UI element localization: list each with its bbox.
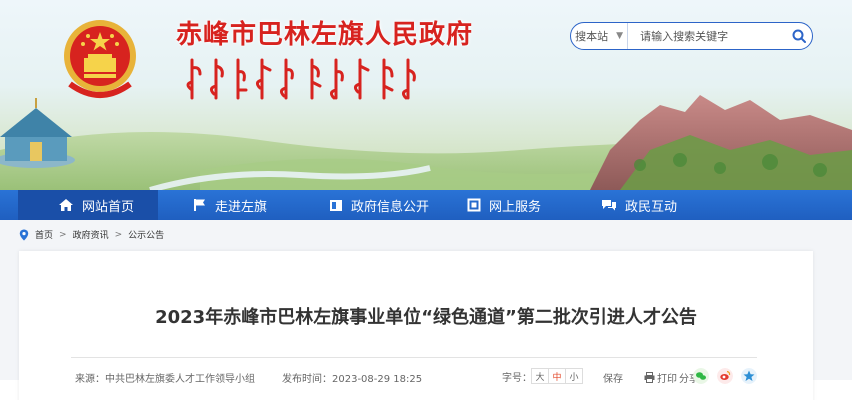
header-banner: 赤峰市巴林左旗人民政府 搜本站 ▼ <box>0 0 852 190</box>
nav-item-online-service[interactable]: 网上服务 <box>467 190 541 220</box>
home-icon <box>59 199 73 211</box>
national-emblem-icon <box>64 20 136 98</box>
font-size-medium-button[interactable]: 中 <box>548 368 566 384</box>
breadcrumb: 首页 > 政府资讯 > 公示公告 <box>19 228 164 241</box>
breadcrumb-gov-news[interactable]: 政府资讯 <box>73 228 109 241</box>
nav-label: 网上服务 <box>489 199 542 215</box>
site-search: 搜本站 ▼ <box>570 22 813 50</box>
search-scope-select[interactable]: 搜本站 ▼ <box>571 23 629 49</box>
print-label[interactable]: 打印 <box>657 370 677 385</box>
site-title: 赤峰市巴林左旗人民政府 <box>176 20 474 50</box>
nav-item-about[interactable]: 走进左旗 <box>193 190 267 220</box>
qzone-share-icon[interactable] <box>741 368 757 384</box>
search-scope-label: 搜本站 <box>575 30 609 43</box>
search-input[interactable] <box>628 23 786 49</box>
font-size-label: 字号： <box>502 372 532 384</box>
weibo-share-icon[interactable] <box>717 368 733 384</box>
nav-label: 网站首页 <box>82 199 135 215</box>
yurt-illustration <box>0 98 75 168</box>
search-icon <box>792 29 806 43</box>
nav-item-home[interactable]: 网站首页 <box>18 190 158 220</box>
article-source: 来源：中共巴林左旗委人才工作领导小组 <box>75 374 255 385</box>
breadcrumb-separator: > <box>59 229 67 240</box>
divider <box>71 357 757 358</box>
breadcrumb-separator: > <box>114 229 123 240</box>
location-pin-icon <box>19 229 29 240</box>
breadcrumb-home[interactable]: 首页 <box>35 228 53 241</box>
nav-label: 走进左旗 <box>215 199 268 215</box>
folder-icon <box>330 200 343 211</box>
wechat-share-icon[interactable] <box>693 368 709 384</box>
nav-item-gov-info[interactable]: 政府信息公开 <box>329 190 429 220</box>
search-button[interactable] <box>785 23 812 49</box>
main-nav: 网站首页 走进左旗 政府信息公开 网上服务 政民互动 <box>0 190 852 220</box>
font-size-control: 字号： 大 中 小 <box>502 368 583 384</box>
font-size-large-button[interactable]: 大 <box>531 368 549 384</box>
nav-label: 政府信息公开 <box>351 199 430 215</box>
font-size-small-button[interactable]: 小 <box>565 368 583 384</box>
breadcrumb-announcements[interactable]: 公示公告 <box>128 228 164 241</box>
chat-icon <box>602 200 617 211</box>
article-date: 发布时间：2023-08-29 18:25 <box>282 374 423 385</box>
nav-item-interaction[interactable]: 政民互动 <box>601 190 677 220</box>
save-button[interactable]: 保存 <box>603 370 623 385</box>
article-title: 2023年赤峰市巴林左旗事业单位“绿色通道”第二批次引进人才公告 <box>155 307 697 328</box>
chevron-down-icon: ▼ <box>616 31 624 41</box>
nav-label: 政民互动 <box>625 199 678 215</box>
document-icon <box>467 198 481 212</box>
save-label: 保存 <box>603 374 623 385</box>
mongolian-script-logo <box>186 58 416 100</box>
printer-icon[interactable] <box>644 372 655 383</box>
flag-icon <box>194 199 205 211</box>
